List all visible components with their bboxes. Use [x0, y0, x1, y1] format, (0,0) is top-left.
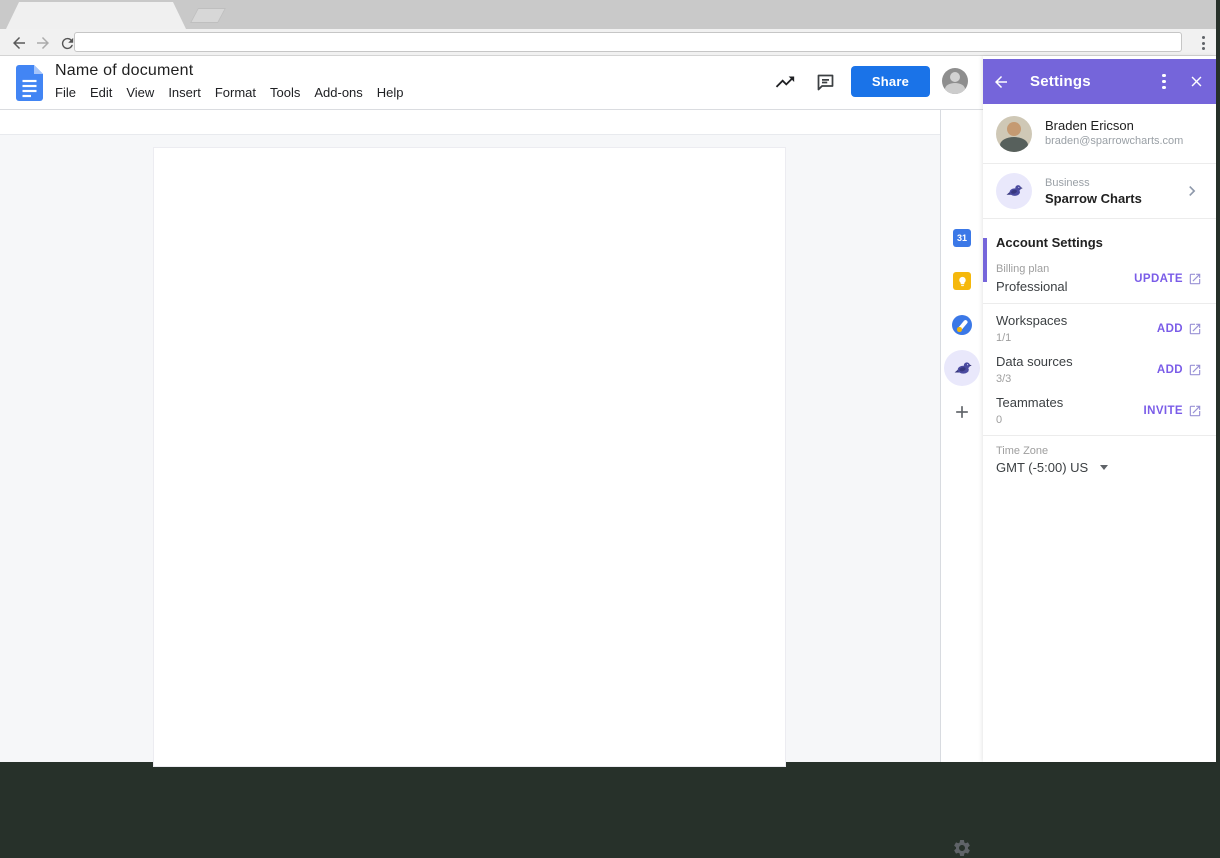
panel-title: Settings — [1030, 73, 1091, 90]
browser-tab[interactable] — [6, 2, 186, 29]
docs-header: Name of document File Edit View Insert F… — [0, 56, 983, 110]
menu-view[interactable]: View — [126, 85, 154, 100]
data-sources-label: Data sources — [996, 354, 1073, 369]
teammates-label: Teammates — [996, 395, 1064, 410]
share-button[interactable]: Share — [851, 66, 930, 97]
browser-menu-icon[interactable] — [1192, 32, 1214, 54]
menu-tools[interactable]: Tools — [270, 85, 300, 100]
business-logo — [996, 173, 1032, 209]
billing-plan-value: Professional — [996, 279, 1068, 294]
external-link-icon — [1189, 273, 1201, 284]
data-sources-row: Data sources 3/3 ADD — [983, 349, 1216, 390]
browser-toolbar — [0, 29, 1216, 56]
docs-file-icon[interactable] — [16, 65, 43, 101]
external-link-icon — [1189, 405, 1201, 416]
docs-ruler-area — [0, 110, 940, 135]
sparrow-bird-icon — [954, 361, 972, 374]
tasks-icon[interactable] — [952, 315, 972, 335]
add-data-source-link[interactable]: ADD — [1157, 363, 1202, 377]
user-email: braden@sparrowcharts.com — [1045, 135, 1184, 147]
workspaces-count: 1/1 — [996, 332, 1012, 344]
forward-icon[interactable] — [32, 32, 54, 54]
update-billing-link[interactable]: UPDATE — [1134, 272, 1202, 286]
menu-insert[interactable]: Insert — [168, 85, 201, 100]
add-addon-icon[interactable] — [952, 402, 972, 422]
panel-menu-icon[interactable] — [1152, 70, 1176, 94]
browser-tab-bar — [0, 0, 1216, 29]
menu-edit[interactable]: Edit — [90, 85, 112, 100]
billing-plan-label: Billing plan — [996, 263, 1050, 275]
account-settings-heading: Account Settings — [996, 235, 1103, 250]
timezone-label: Time Zone — [996, 445, 1049, 457]
keep-icon[interactable] — [953, 272, 971, 290]
settings-panel-header: Settings — [983, 59, 1216, 104]
settings-panel-body: Braden Ericson braden@sparrowcharts.com … — [983, 104, 1216, 485]
sparrow-bird-icon — [1006, 185, 1023, 196]
business-row[interactable]: Business Sparrow Charts — [983, 164, 1216, 219]
data-sources-count: 3/3 — [996, 373, 1012, 385]
settings-panel: Settings Braden Ericson braden@sparrowch… — [983, 56, 1216, 762]
menu-format[interactable]: Format — [215, 85, 256, 100]
business-name: Sparrow Charts — [1045, 190, 1142, 206]
comments-icon[interactable] — [813, 70, 837, 94]
menu-addons[interactable]: Add-ons — [314, 85, 362, 100]
chevron-right-icon[interactable] — [1182, 181, 1202, 201]
settings-gear-icon[interactable] — [952, 838, 972, 858]
external-link-icon — [1189, 364, 1201, 375]
document-page[interactable] — [153, 147, 786, 767]
workspaces-label: Workspaces — [996, 313, 1068, 328]
business-type-label: Business — [1045, 176, 1090, 189]
user-avatar — [996, 115, 1032, 152]
menu-file[interactable]: File — [55, 85, 76, 100]
panel-close-icon[interactable] — [1184, 70, 1208, 94]
add-workspace-link[interactable]: ADD — [1157, 322, 1202, 336]
avatar-silhouette — [950, 72, 960, 82]
user-name: Braden Ericson — [1045, 118, 1134, 133]
addon-sidebar: 31 — [940, 110, 983, 856]
new-tab-button[interactable] — [190, 8, 226, 23]
dropdown-caret-icon — [1100, 465, 1109, 470]
docs-menu-bar: File Edit View Insert Format Tools Add-o… — [55, 85, 404, 100]
sparrow-charts-addon-icon[interactable] — [944, 350, 980, 386]
external-link-icon — [1189, 323, 1201, 334]
account-avatar[interactable] — [942, 68, 968, 94]
calendar-icon[interactable]: 31 — [953, 229, 971, 247]
timezone-select[interactable]: GMT (-5:00) US — [996, 458, 1203, 477]
back-icon[interactable] — [8, 32, 30, 54]
timezone-row: Time Zone GMT (-5:00) US — [983, 436, 1216, 485]
panel-back-icon[interactable] — [989, 70, 1013, 94]
teammates-count: 0 — [996, 414, 1003, 426]
billing-plan-row: Billing plan Professional UPDATE — [983, 258, 1216, 304]
teammates-row: Teammates 0 INVITE — [983, 390, 1216, 436]
invite-teammates-link[interactable]: INVITE — [1144, 404, 1202, 418]
menu-help[interactable]: Help — [377, 85, 404, 100]
document-canvas — [0, 135, 940, 767]
user-profile-row: Braden Ericson braden@sparrowcharts.com — [983, 104, 1216, 164]
address-bar[interactable] — [74, 32, 1182, 52]
document-activity-icon[interactable] — [773, 70, 797, 94]
document-title[interactable]: Name of document — [55, 62, 193, 80]
workspaces-row: Workspaces 1/1 ADD — [983, 308, 1216, 349]
